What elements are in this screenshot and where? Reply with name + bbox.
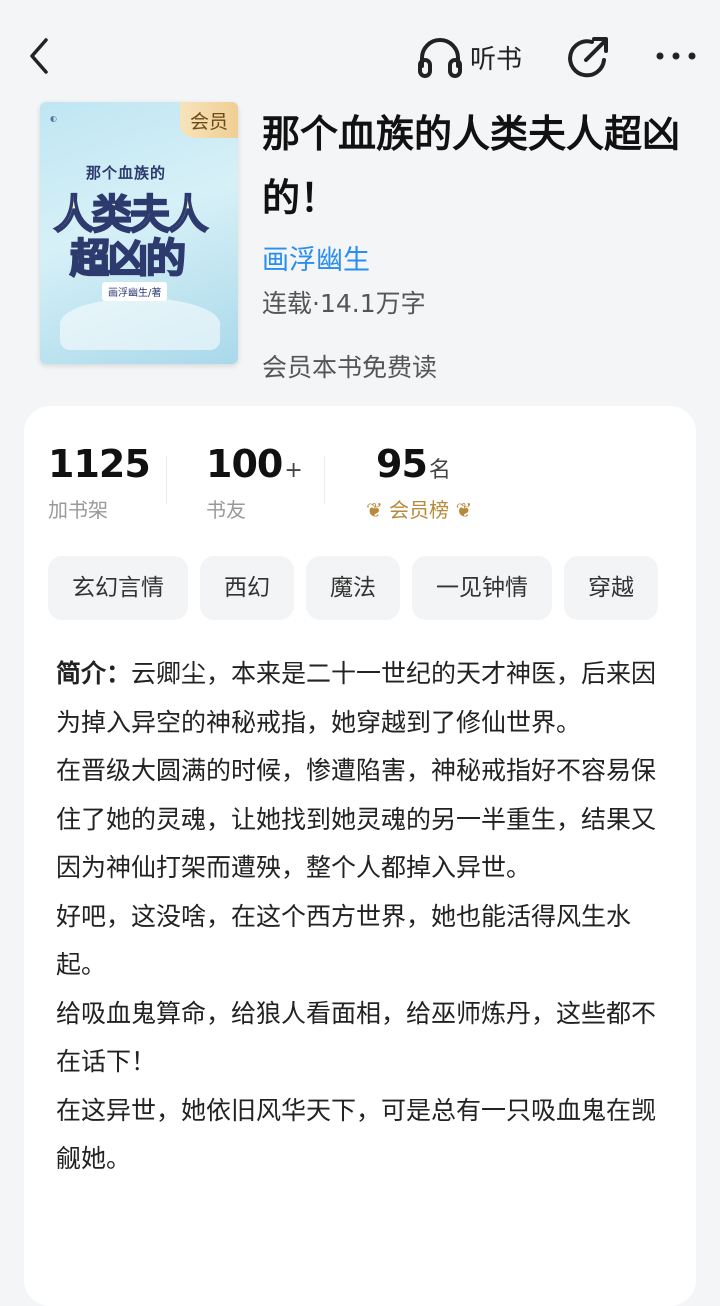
cover-small-title: 那个血族的 — [86, 164, 167, 182]
author-link[interactable]: 画浮幽生 — [262, 238, 370, 277]
stat-rank[interactable]: 95名 ❦ 会员榜 ❦ — [366, 442, 472, 523]
synopsis-paragraph: 在晋级大圆满的时候，惨遭陷害，神秘戒指好不容易保住了她的灵魂，让她找到她灵魂的另… — [56, 756, 657, 882]
synopsis-paragraph: 好吧，这没啥，在这个西方世界，她也能活得风生水起。 — [56, 901, 632, 980]
rank-label: 会员榜 — [389, 498, 450, 522]
listen-label: 听书 — [470, 44, 523, 75]
synopsis-paragraph: 在这异世，她依旧风华天下，可是总有一只吸血鬼在觊觎她。 — [56, 1095, 657, 1174]
tag-item[interactable]: 魔法 — [306, 556, 400, 620]
friends-count-row: 100+ — [206, 442, 303, 486]
stat-shelf: 1125 加书架 — [48, 442, 151, 523]
chevron-left-icon — [30, 38, 48, 74]
cover-paper-decoration — [60, 298, 220, 350]
tag-list: 玄幻言情 西幻 魔法 一见钟情 穿越 — [48, 556, 696, 622]
synopsis-text: 云卿尘，本来是二十一世纪的天才神医，后来因为掉入异空的神秘戒指，她穿越到了修仙世… — [56, 659, 657, 737]
synopsis-paragraph: 给吸血鬼算命，给狼人看面相，给巫师炼丹，这些都不在话下！ — [56, 998, 657, 1077]
more-button[interactable] — [652, 36, 700, 76]
tag-item[interactable]: 西幻 — [200, 556, 294, 620]
listen-button[interactable]: 听书 — [416, 34, 522, 80]
rank-number: 95 — [376, 442, 428, 486]
laurel-left-icon: ❦ — [366, 498, 383, 522]
stat-friends[interactable]: 100+ 书友 — [206, 442, 303, 523]
tag-item[interactable]: 玄幻言情 — [48, 556, 188, 620]
rank-label-row: ❦ 会员榜 ❦ — [366, 494, 472, 523]
share-icon — [568, 37, 608, 78]
more-icon — [656, 52, 696, 60]
synopsis-label: 简介： — [56, 659, 132, 688]
rank-suffix: 名 — [428, 458, 451, 483]
stat-divider — [324, 456, 325, 504]
book-title: 那个血族的人类夫人超凶的！ — [262, 112, 681, 220]
shelf-count: 1125 — [48, 442, 151, 486]
tag-item[interactable]: 穿越 — [564, 556, 658, 620]
laurel-right-icon: ❦ — [455, 498, 473, 522]
share-button[interactable] — [564, 34, 612, 82]
cover-author-tag: 画浮幽生/著 — [102, 282, 168, 301]
synopsis: 简介：云卿尘，本来是二十一世纪的天才神医，后来因为掉入异空的神秘戒指，她穿越到了… — [56, 650, 666, 1184]
rank-row: 95名 — [366, 442, 472, 486]
stat-divider — [166, 456, 167, 504]
shelf-label: 加书架 — [48, 498, 108, 522]
tag-item[interactable]: 一见钟情 — [412, 556, 552, 620]
top-bar: 听书 — [0, 0, 720, 110]
friends-label: 书友 — [206, 498, 246, 522]
cover-logo: ◐ — [50, 114, 57, 123]
friends-count: 100 — [206, 442, 283, 486]
free-read-note: 会员本书免费读 — [262, 353, 438, 382]
cover-title-line2: 超凶的 — [69, 235, 187, 283]
synopsis-paragraph: 简介：云卿尘，本来是二十一世纪的天才神医，后来因为掉入异空的神秘戒指，她穿越到了… — [56, 650, 666, 747]
book-meta: 连载·14.1万字 — [262, 289, 426, 318]
book-cover[interactable]: ◐ 那个血族的 人类夫人 超凶的 画浮幽生/著 会员 — [40, 102, 238, 364]
friends-suffix: + — [284, 458, 302, 483]
member-badge: 会员 — [180, 102, 238, 138]
back-button[interactable] — [22, 34, 62, 78]
detail-card: 1125 加书架 100+ 书友 95名 ❦ 会员榜 ❦ 玄幻言情 西幻 魔法 一见钟… — [24, 406, 696, 1306]
headphones-icon — [418, 38, 462, 78]
